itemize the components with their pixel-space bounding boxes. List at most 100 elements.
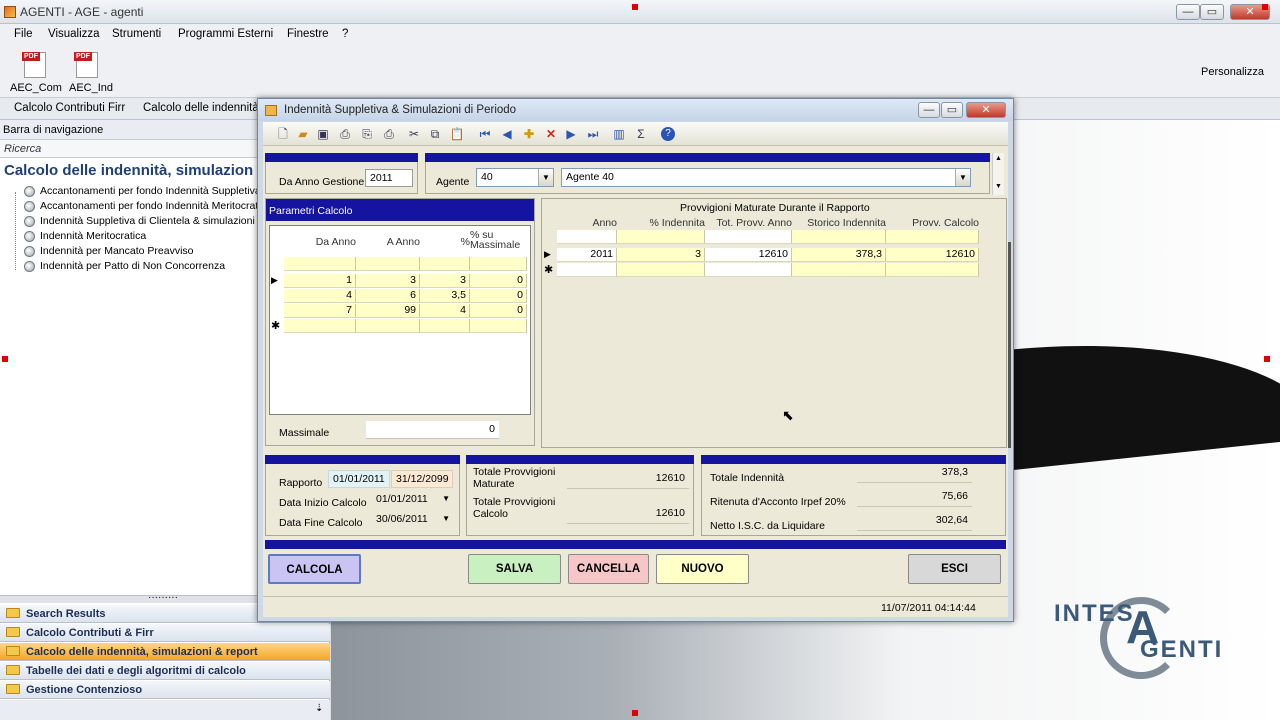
chevron-down-icon[interactable]: ⇣ [315,703,323,714]
open-icon[interactable]: ▰ [295,126,311,142]
esci-button[interactable]: ESCI [908,554,1001,584]
save-icon[interactable]: ▣ [315,126,331,142]
header-scrollbar[interactable]: ▲ ▼ [992,153,1004,195]
new-row-cell[interactable] [284,319,356,333]
param-cell[interactable]: 0 [470,304,527,318]
provv-cell[interactable]: 378,3 [792,248,886,262]
agente-code-select[interactable]: 40 ▼ [476,168,554,187]
totale-indennita-label: Totale Indennità [710,472,785,484]
param-cell[interactable]: 6 [356,289,420,303]
aec-com-button[interactable]: AEC_Com [8,50,62,94]
menu-programmi-esterni[interactable]: Programmi Esterni [178,28,273,40]
tree-item-non-concorrenza[interactable]: Indennità per Patto di Non Concorrenza [24,260,225,272]
print-icon[interactable]: ⎙ [337,126,353,142]
menu-file[interactable]: File [14,28,33,40]
da-anno-input[interactable]: 2011 [365,169,413,187]
new-row-cell[interactable] [356,257,420,271]
new-row-cell[interactable] [705,263,792,277]
tree-item-accantonamenti-suppletiva[interactable]: Accantonamenti per fondo Indennità Suppl… [24,185,269,197]
group-calcolo-indennita[interactable]: Calcolo delle indennità, simulazioni & r… [0,643,330,661]
tree-item-meritocratica[interactable]: Indennità Meritocratica [24,230,146,242]
new-row-cell[interactable] [284,257,356,271]
param-cell[interactable]: 1 [284,274,356,288]
menu-finestre[interactable]: Finestre [287,28,329,40]
data-fine-picker[interactable]: 30/06/2011 ▼ [372,511,452,530]
calcola-button[interactable]: CALCOLA [268,554,361,584]
new-row-cell[interactable] [792,263,886,277]
group-tabelle-dati[interactable]: Tabelle dei dati e degli algoritmi di ca… [0,662,330,680]
copy-icon[interactable]: ⧉ [427,126,443,142]
print-setup-icon[interactable]: ⎙ [381,126,397,142]
grid-icon[interactable]: ▥ [611,126,627,142]
scroll-up-icon[interactable]: ▲ [995,155,1002,162]
tree-item-mancato-preavviso[interactable]: Indennità per Mancato Preavviso [24,245,194,257]
param-cell[interactable]: 0 [470,274,527,288]
previous-record-icon[interactable]: ◀ [499,126,515,142]
group-calcolo-contributi[interactable]: Calcolo Contributi & Firr [0,624,330,642]
rapporto-from[interactable]: 01/01/2011 [328,470,390,488]
new-row-cell[interactable] [792,230,886,244]
new-row-cell[interactable] [557,263,617,277]
minimize-button[interactable]: — [1176,4,1200,20]
maximize-button[interactable]: ▭ [1200,4,1224,20]
section-bar [265,153,418,162]
group-gestione-contenzioso[interactable]: Gestione Contenzioso [0,681,330,699]
agente-name-select[interactable]: Agente 40 ▼ [561,168,971,187]
provv-cell[interactable]: 3 [617,248,705,262]
new-row-cell[interactable] [356,319,420,333]
cut-icon[interactable]: ✂ [406,126,422,142]
param-cell[interactable]: 4 [420,304,470,318]
data-inizio-picker[interactable]: 01/01/2011 ▼ [372,491,452,510]
dialog-maximize-button[interactable]: ▭ [941,102,963,118]
tree-item-suppletiva-clientela[interactable]: Indennità Suppletiva di Clientela & simu… [24,215,275,227]
preview-icon[interactable]: ⎘ [359,126,375,142]
provv-cell[interactable]: 12610 [705,248,792,262]
new-row-cell[interactable] [470,319,527,333]
new-row-cell[interactable] [420,319,470,333]
aec-ind-button[interactable]: AEC_Ind [66,50,116,94]
nuovo-button[interactable]: NUOVO [656,554,749,584]
personalizza-link[interactable]: Personalizza [1201,66,1264,78]
last-record-icon[interactable]: ⏭ [585,126,601,142]
new-row-cell[interactable] [420,257,470,271]
new-row-cell[interactable] [886,263,979,277]
help-icon[interactable]: ? [661,127,675,141]
new-icon[interactable]: 🗋 [275,126,291,142]
paste-icon[interactable]: 📋 [449,126,465,142]
add-record-icon[interactable]: ✚ [521,126,537,142]
tab-calcolo-contributi[interactable]: Calcolo Contributi Firr [14,102,125,114]
parametri-grid[interactable]: Da Anno A Anno % % su Massimale ▶ 1 3 3 … [269,225,531,415]
param-cell[interactable]: 99 [356,304,420,318]
new-row-cell[interactable] [617,263,705,277]
pdf-icon [74,52,98,78]
provv-cell[interactable]: 12610 [886,248,979,262]
massimale-input[interactable]: 0 [366,421,499,439]
param-cell[interactable]: 7 [284,304,356,318]
scroll-down-icon[interactable]: ▼ [995,183,1002,190]
cancella-button[interactable]: CANCELLA [568,554,649,584]
delete-record-icon[interactable]: ✕ [543,126,559,142]
param-cell[interactable]: 4 [284,289,356,303]
param-cell[interactable]: 0 [470,289,527,303]
new-row-cell[interactable] [470,257,527,271]
rapporto-to[interactable]: 31/12/2099 [391,470,453,488]
tab-calcolo-indennita[interactable]: Calcolo delle indennità [143,102,259,114]
sum-icon[interactable]: Σ [633,126,649,142]
menu-strumenti[interactable]: Strumenti [112,28,161,40]
next-record-icon[interactable]: ▶ [563,126,579,142]
provv-cell[interactable]: 2011 [557,248,617,262]
new-row-cell[interactable] [617,230,705,244]
new-row-cell[interactable] [705,230,792,244]
dialog-close-button[interactable]: ✕ [966,102,1006,118]
new-row-cell[interactable] [886,230,979,244]
param-cell[interactable]: 3 [420,274,470,288]
menu-help[interactable]: ? [342,28,348,40]
new-row-cell[interactable] [557,230,617,244]
salva-button[interactable]: SALVA [468,554,561,584]
dialog-minimize-button[interactable]: — [918,102,940,118]
menu-visualizza[interactable]: Visualizza [48,28,100,40]
param-cell[interactable]: 3,5 [420,289,470,303]
first-record-icon[interactable]: ⏮ [477,126,493,142]
param-cell[interactable]: 3 [356,274,420,288]
tree-item-accantonamenti-meritocratica[interactable]: Accantonamenti per fondo Indennità Merit… [24,200,266,212]
